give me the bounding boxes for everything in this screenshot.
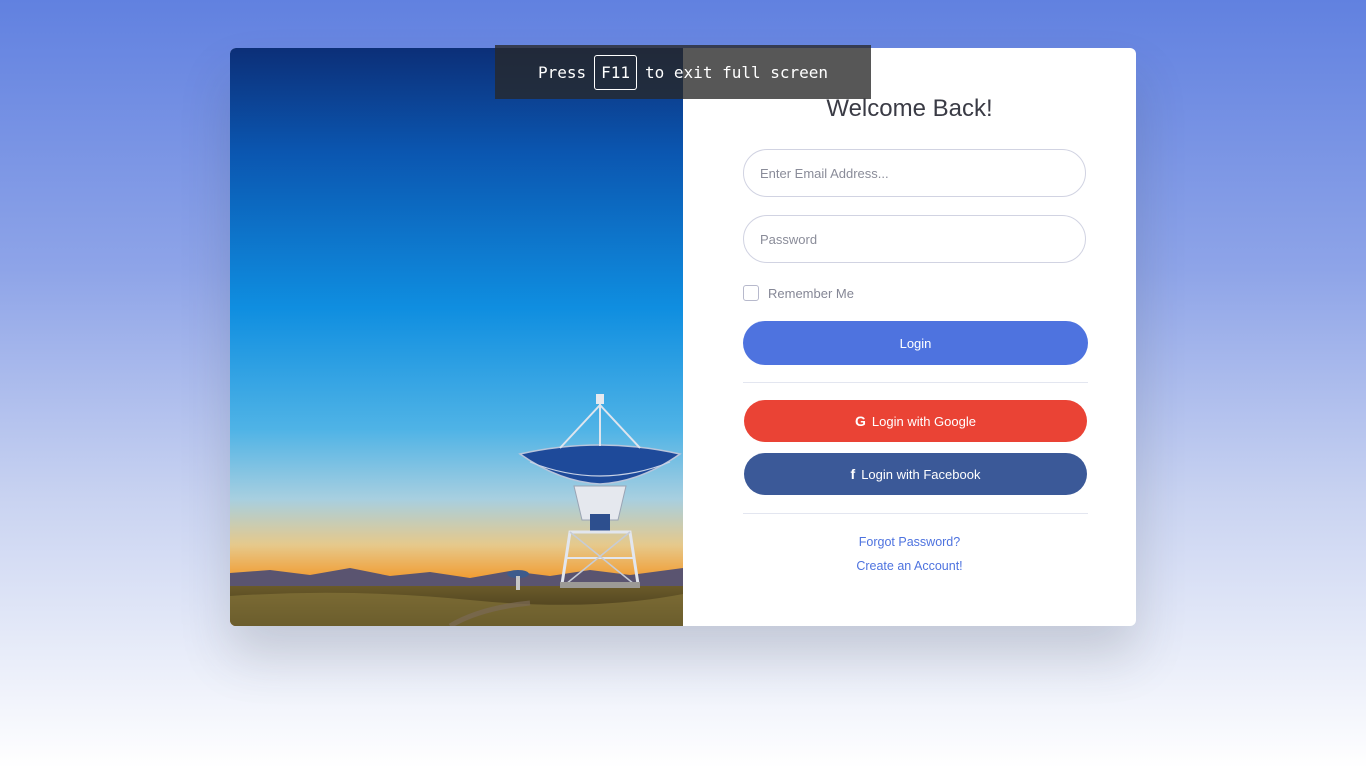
remember-me-checkbox[interactable]	[743, 285, 759, 301]
login-button[interactable]: Login	[743, 321, 1088, 365]
page-title: Welcome Back!	[826, 95, 993, 122]
login-card: Welcome Back! Remember Me Login G Login …	[230, 48, 1136, 626]
fullscreen-notice-suffix: to exit full screen	[645, 62, 829, 82]
login-form-panel: Welcome Back! Remember Me Login G Login …	[683, 48, 1136, 626]
remember-me-row[interactable]: Remember Me	[743, 285, 854, 301]
radio-telescope-image	[230, 48, 683, 626]
login-with-google-button[interactable]: G Login with Google	[744, 400, 1087, 442]
f11-key-label: F11	[594, 54, 638, 90]
remember-me-label: Remember Me	[768, 285, 854, 301]
login-button-label: Login	[899, 335, 932, 351]
google-icon: G	[855, 413, 866, 429]
facebook-icon: f	[850, 466, 856, 482]
login-with-facebook-button[interactable]: f Login with Facebook	[744, 453, 1087, 495]
email-field[interactable]	[743, 149, 1086, 197]
fullscreen-notice-prefix: Press	[537, 62, 587, 82]
forgot-password-link[interactable]: Forgot Password?	[683, 535, 1136, 549]
password-field[interactable]	[743, 215, 1086, 263]
fullscreen-notice: Press F11 to exit full screen	[495, 45, 871, 99]
google-button-label: Login with Google	[871, 413, 976, 429]
create-account-link[interactable]: Create an Account!	[683, 559, 1136, 573]
divider	[743, 513, 1088, 514]
facebook-button-label: Login with Facebook	[861, 466, 981, 482]
divider	[743, 382, 1088, 383]
